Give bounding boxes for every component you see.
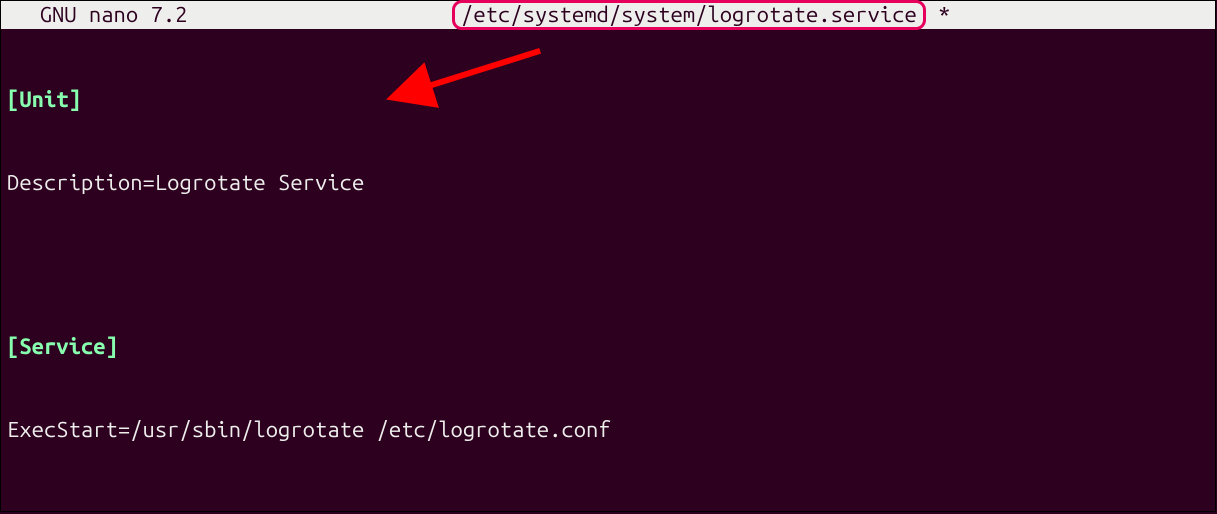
titlebar: GNU nano 7.2 /etc/systemd/system/logrota… xyxy=(1,1,1215,29)
file-line[interactable]: ExecStart=/usr/sbin/logrotate /etc/logro… xyxy=(7,416,1209,444)
file-line[interactable] xyxy=(7,498,1209,514)
app-name-version: GNU nano 7.2 xyxy=(1,1,187,29)
file-line[interactable] xyxy=(7,251,1209,278)
file-line[interactable]: [Unit] xyxy=(7,86,1209,114)
file-line[interactable]: Description=Logrotate Service xyxy=(7,169,1209,197)
nano-editor-window: GNU nano 7.2 /etc/systemd/system/logrota… xyxy=(0,0,1216,512)
modified-indicator: * xyxy=(926,1,951,29)
filename-highlight: /etc/systemd/system/logrotate.service xyxy=(452,0,926,30)
file-line[interactable]: [Service] xyxy=(7,333,1209,361)
editor-area[interactable]: [Unit] Description=Logrotate Service [Se… xyxy=(1,29,1215,514)
